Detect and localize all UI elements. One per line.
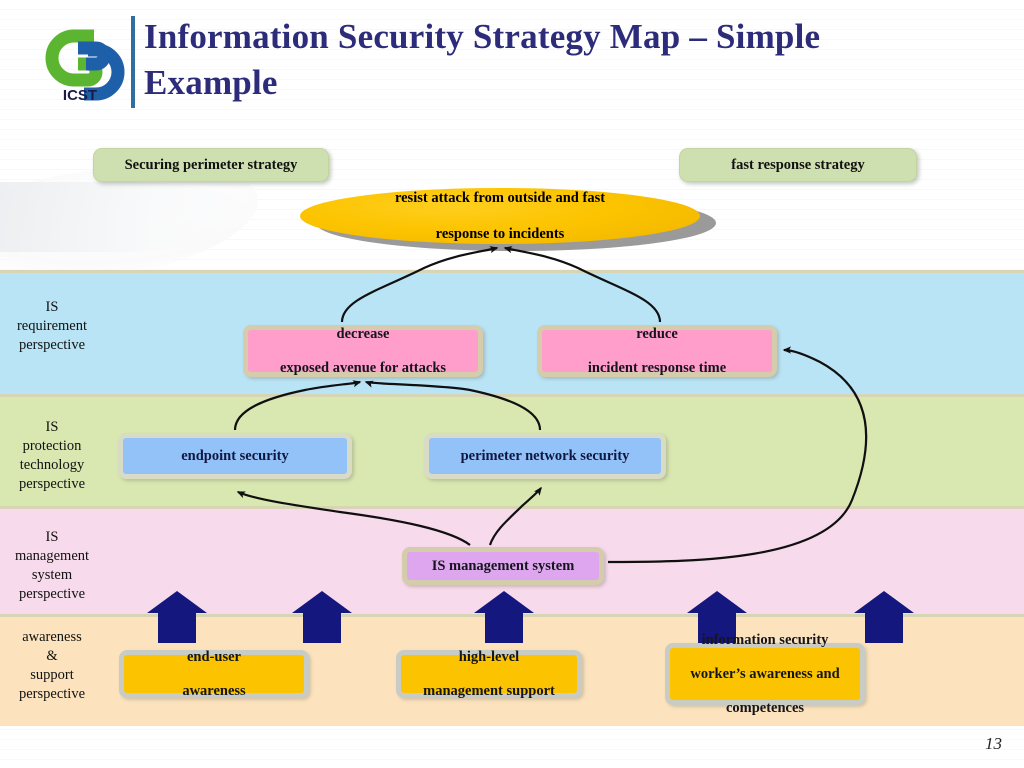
band-label-line: support: [30, 667, 74, 683]
node-label-line1: reduce: [636, 325, 678, 342]
goal-ellipse-line1: resist attack from outside and fast: [394, 190, 606, 206]
node-label-line1: end-user: [187, 648, 241, 665]
node-label-line2: worker’s awareness and: [690, 665, 840, 682]
node-reduce-incident-response-time[interactable]: reduce incident response time: [537, 325, 777, 377]
strategy-pill-fast-response[interactable]: fast response strategy: [679, 148, 917, 182]
strategy-pill-securing-perimeter[interactable]: Securing perimeter strategy: [93, 148, 329, 182]
icst-logo: ICST: [38, 18, 130, 110]
node-label-line1: decrease: [336, 325, 390, 342]
band-is-requirement-perspective: [0, 270, 1024, 394]
node-label-line3: competences: [725, 699, 805, 716]
node-label: endpoint security: [181, 447, 289, 464]
icst-logo-icon: ICST: [45, 29, 125, 104]
band-label-line: perspective: [18, 686, 86, 702]
band-label-line: IS: [45, 529, 59, 545]
slide-canvas: ICST Information Security Strategy Map –…: [0, 0, 1024, 768]
band-label-line: requirement: [16, 318, 88, 334]
node-label: IS management system: [431, 557, 575, 574]
band-label-line: perspective: [18, 476, 86, 492]
goal-ellipse-line2: response to incidents: [435, 226, 565, 242]
node-perimeter-network-security[interactable]: perimeter network security: [424, 433, 666, 479]
goal-ellipse-label: resist attack from outside and fast resp…: [355, 189, 645, 243]
icst-logo-wordmark: ICST: [63, 87, 97, 104]
node-label-line2: awareness: [182, 682, 246, 699]
node-decrease-exposed-avenue[interactable]: decrease exposed avenue for attacks: [243, 325, 483, 377]
band-label-line: protection: [22, 438, 82, 454]
band-label-line: perspective: [18, 586, 86, 602]
band-label-is-management-system-perspective: IS management system perspective: [0, 528, 104, 604]
band-label-awareness-support-perspective: awareness & support perspective: [0, 628, 104, 704]
page-number: 13: [985, 734, 1002, 753]
band-label-is-requirement-perspective: IS requirement perspective: [0, 298, 104, 355]
node-label: high-level management support: [423, 649, 555, 700]
node-information-security-worker-competences[interactable]: information security worker’s awareness …: [665, 632, 865, 716]
node-label-line1: high-level: [458, 648, 520, 665]
background-swoosh-decoration-secondary: [0, 182, 250, 252]
slide-header: ICST Information Security Strategy Map –…: [0, 0, 1024, 120]
node-label: decrease exposed avenue for attacks: [280, 326, 446, 377]
band-label-is-protection-technology-perspective: IS protection technology perspective: [0, 418, 104, 494]
node-end-user-awareness[interactable]: end-user awareness: [119, 649, 309, 700]
goal-ellipse-resist-attack[interactable]: resist attack from outside and fast resp…: [300, 188, 700, 244]
node-label: information security worker’s awareness …: [690, 632, 839, 717]
node-label-line2: management support: [423, 682, 555, 699]
node-label-line1: information security: [701, 631, 829, 648]
node-is-management-system[interactable]: IS management system: [402, 547, 604, 585]
band-label-line: technology: [19, 457, 85, 473]
node-label: end-user awareness: [182, 649, 245, 700]
title-accent-rule: [131, 16, 135, 108]
node-endpoint-security[interactable]: endpoint security: [118, 433, 352, 479]
band-label-line: perspective: [18, 337, 86, 353]
node-label-line2: exposed avenue for attacks: [279, 359, 447, 376]
band-label-line: &: [46, 648, 58, 664]
band-label-line: IS: [45, 299, 59, 315]
band-label-line: system: [31, 567, 73, 583]
node-label: reduce incident response time: [588, 326, 726, 377]
node-high-level-management-support[interactable]: high-level management support: [396, 649, 582, 700]
page-title: Information Security Strategy Map – Simp…: [144, 17, 821, 102]
node-label: perimeter network security: [460, 447, 630, 464]
band-label-line: management: [14, 548, 90, 564]
strategy-pill-label: Securing perimeter strategy: [124, 156, 298, 173]
band-label-line: IS: [45, 419, 59, 435]
node-label-line2: incident response time: [587, 359, 727, 376]
band-label-line: awareness: [22, 629, 82, 645]
strategy-pill-label: fast response strategy: [731, 156, 865, 173]
